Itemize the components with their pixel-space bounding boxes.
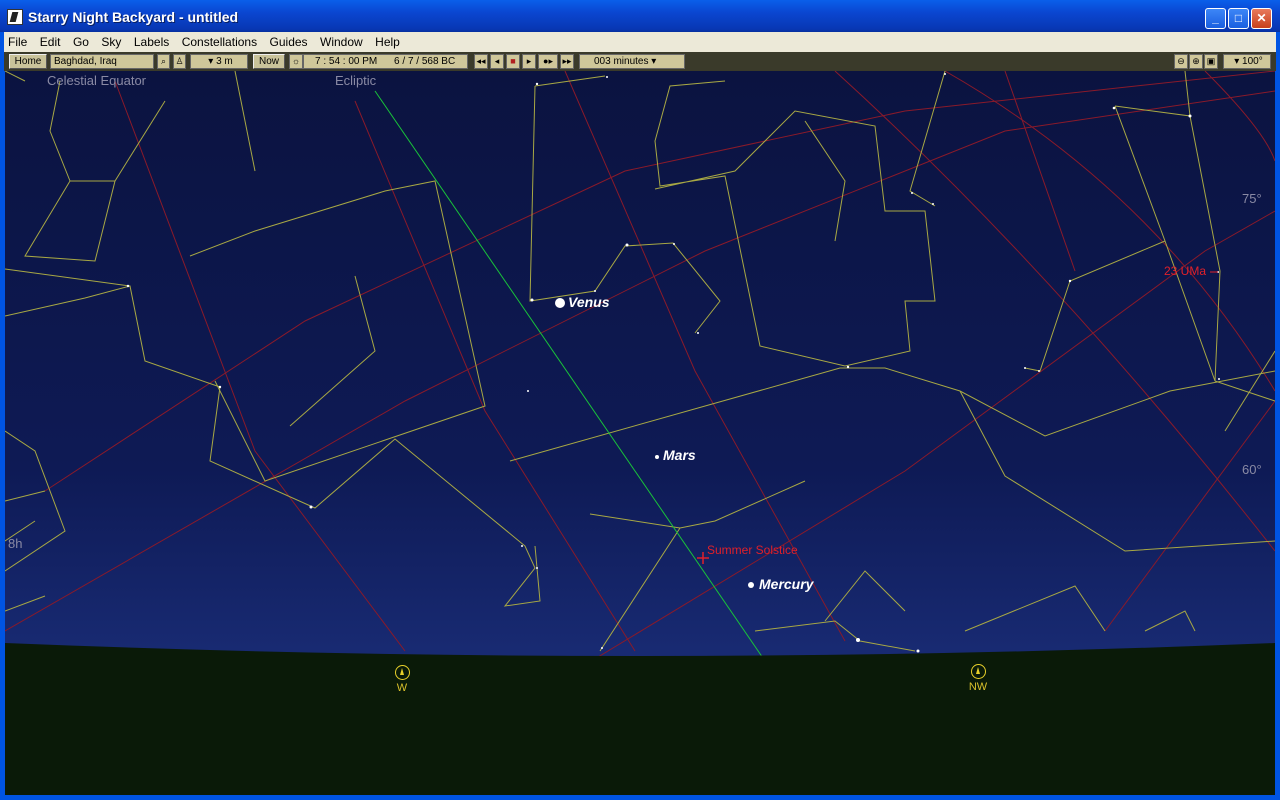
ra-8h-label: 8h — [8, 536, 23, 551]
menu-file[interactable]: File — [4, 32, 31, 49]
venus-label[interactable]: Venus — [568, 294, 610, 310]
stars — [126, 73, 1220, 653]
now-button[interactable]: Now — [253, 54, 285, 69]
compass-west-label: W — [396, 682, 408, 694]
control-toolbar: Home Baghdad, Iraq ⌕ ♙ ▾ 3 m Now ☼ 7 : 5… — [4, 52, 1276, 71]
step-forward-icon[interactable]: ▸ — [522, 54, 536, 69]
fast-forward-icon[interactable]: ●▸ — [538, 54, 558, 69]
menu-bar: File Edit Go Sky Labels Constellations G… — [4, 32, 1276, 53]
location-field[interactable]: Baghdad, Iraq — [50, 54, 154, 69]
end-icon[interactable]: ▸▸ — [560, 54, 574, 69]
maximize-button[interactable]: □ — [1228, 8, 1249, 29]
menu-sky[interactable]: Sky — [97, 32, 125, 49]
close-button[interactable]: ✕ — [1251, 8, 1272, 29]
time-step-dropdown[interactable]: 003 minutes ▾ — [579, 54, 685, 69]
menu-go[interactable]: Go — [69, 32, 93, 49]
compass-marker-icon — [394, 665, 410, 680]
venus-disc[interactable] — [555, 298, 565, 308]
zoom-out-icon[interactable]: ⊖ — [1174, 54, 1188, 69]
sky-chart[interactable] — [5, 71, 1275, 795]
window-title: Starry Night Backyard - untitled — [28, 9, 239, 25]
celestial-equator-label: Celestial Equator — [47, 73, 146, 88]
fit-icon[interactable]: ▣ — [1204, 54, 1218, 69]
menu-help[interactable]: Help — [371, 32, 404, 49]
mars-label[interactable]: Mars — [663, 447, 696, 463]
elevation-dropdown[interactable]: ▾ 3 m — [190, 54, 248, 69]
window-frame-bottom — [0, 795, 1280, 800]
app-window: Starry Night Backyard - untitled _ □ ✕ F… — [0, 0, 1280, 800]
star-23uma-label[interactable]: 23 UMa — [1164, 264, 1206, 278]
step-back-icon[interactable]: ◂ — [490, 54, 504, 69]
sky-view[interactable]: Celestial Equator Ecliptic Summer Solsti… — [5, 71, 1275, 795]
mars-disc[interactable] — [655, 455, 659, 459]
time-value[interactable]: 7 : 54 : 00 PM — [307, 56, 377, 67]
coordinate-grid — [5, 71, 1275, 672]
menu-constellations[interactable]: Constellations — [178, 32, 261, 49]
date-value[interactable]: 6 / 7 / 568 BC — [380, 56, 455, 67]
menu-edit[interactable]: Edit — [36, 32, 65, 49]
zoom-in-icon[interactable]: ⊕ — [1189, 54, 1203, 69]
title-bar[interactable]: Starry Night Backyard - untitled _ □ ✕ — [0, 0, 1280, 32]
binoculars-icon[interactable]: ⌕ — [157, 54, 170, 69]
compass-northwest-label: NW — [968, 681, 988, 693]
sun-icon[interactable]: ☼ — [289, 54, 303, 69]
compass-marker-icon — [970, 664, 986, 679]
rewind-icon[interactable]: ◂◂ — [474, 54, 488, 69]
ecliptic-line — [374, 90, 766, 662]
stop-icon[interactable]: ■ — [506, 54, 520, 69]
menu-labels[interactable]: Labels — [130, 32, 173, 49]
minimize-button[interactable]: _ — [1205, 8, 1226, 29]
ecliptic-label: Ecliptic — [335, 73, 377, 88]
zoom-level-dropdown[interactable]: ▾ 100° — [1223, 54, 1271, 69]
horizon-ground — [5, 643, 1275, 795]
constellation-lines — [5, 71, 1275, 652]
app-icon[interactable] — [7, 9, 23, 25]
menu-window[interactable]: Window — [316, 32, 367, 49]
altitude-75-label: 75° — [1242, 191, 1262, 206]
summer-solstice-label[interactable]: Summer Solstice — [707, 543, 798, 557]
compass-west[interactable]: W — [392, 665, 412, 694]
altitude-60-label: 60° — [1242, 462, 1262, 477]
menu-guides[interactable]: Guides — [266, 32, 312, 49]
home-button[interactable]: Home — [9, 54, 47, 69]
mercury-label[interactable]: Mercury — [759, 576, 813, 592]
telescope-icon[interactable]: ♙ — [173, 54, 186, 69]
time-date-field[interactable]: 7 : 54 : 00 PM 6 / 7 / 568 BC — [303, 54, 468, 69]
compass-northwest[interactable]: NW — [965, 664, 991, 693]
mercury-disc[interactable] — [748, 582, 754, 588]
